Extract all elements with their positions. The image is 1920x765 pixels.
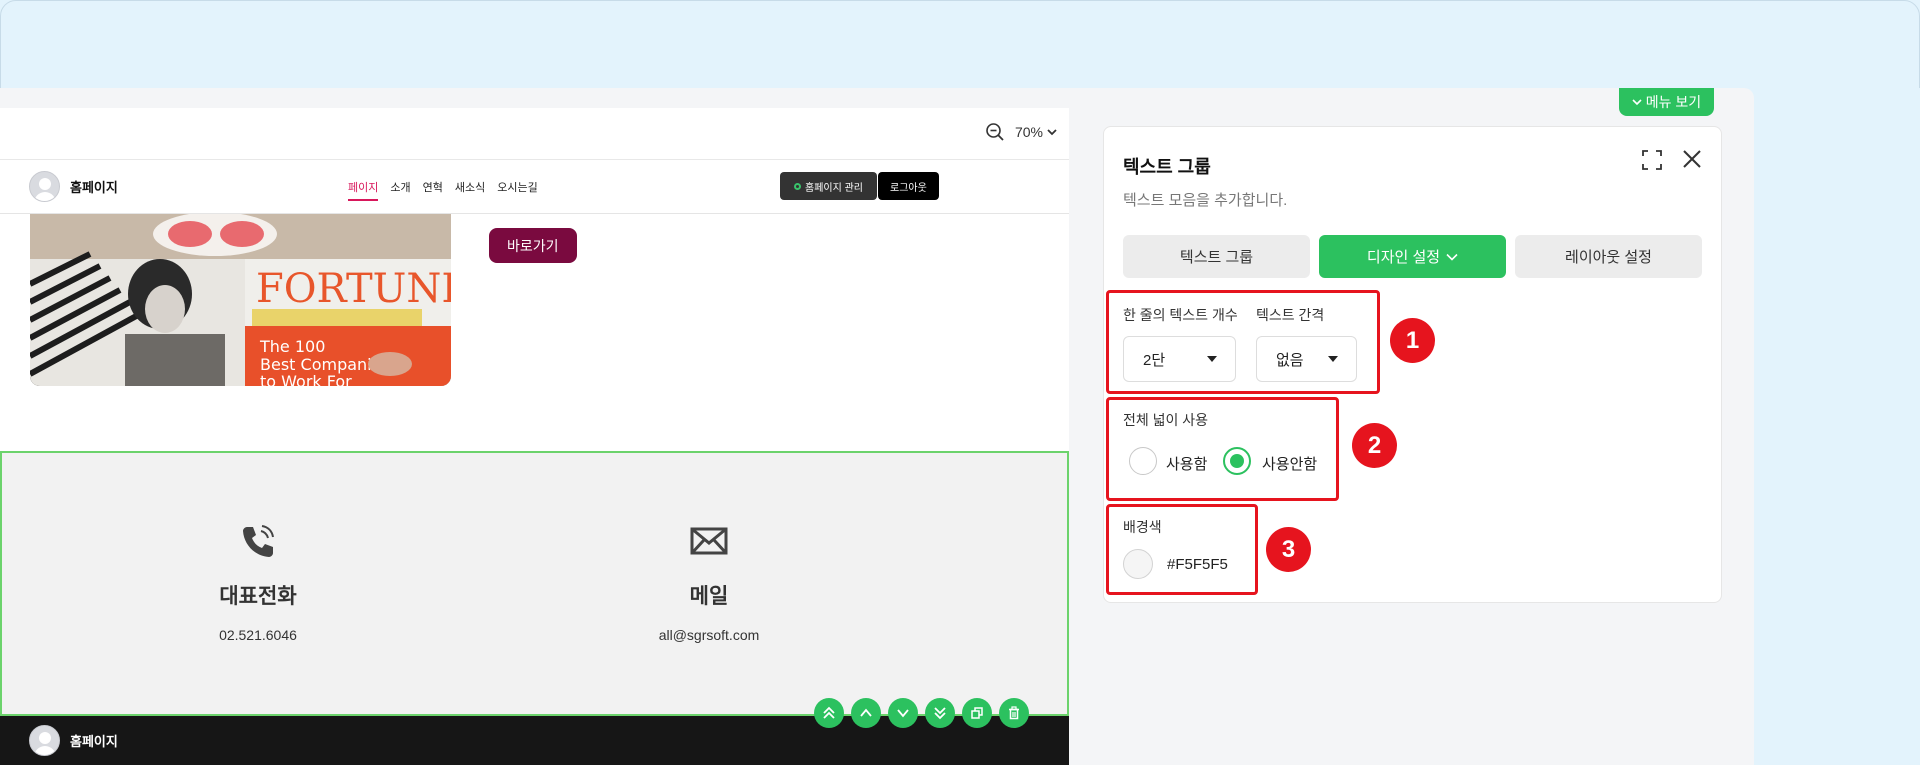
move-down-icon[interactable] [888,698,918,728]
panel-description: 텍스트 모음을 추가합니다. [1123,192,1288,209]
site-header: 홈페이지 페이지 소개 연혁 새소식 오시는길 홈페이지 관리 로그아웃 [0,161,1069,214]
step-badge-1: 1 [1390,318,1435,363]
row-tools [814,698,1029,728]
move-up-icon[interactable] [851,698,881,728]
zoom-value: 70% [1014,124,1043,140]
site-nav: 페이지 소개 연혁 새소식 오시는길 [348,179,538,201]
caret-down-icon [1207,356,1217,362]
chevron-down-icon [1047,129,1057,136]
mail-contact: 메일 all@sgrsoft.com [609,521,809,643]
logout-button[interactable]: 로그아웃 [878,172,939,200]
per-line-select[interactable]: 2단 [1123,336,1236,382]
site-manage-label: 홈페이지 관리 [805,182,863,194]
magazine-line-1: The 100 [259,337,325,356]
preview-toolbar: 70% [0,108,1069,160]
spacing-value: 없음 [1276,351,1304,369]
phone-title: 대표전화 [219,585,297,608]
settings-panel: 텍스트 그룹 텍스트 모음을 추가합니다. 텍스트 그룹 디자인 설정 레이아웃… [1103,126,1722,603]
zoom-select[interactable]: 70% [1015,124,1057,140]
background-strip [1754,88,1920,765]
mail-title: 메일 [689,585,729,608]
spacing-label: 텍스트 간격 [1256,307,1325,323]
footer-avatar [29,725,60,756]
site-logo-text: 홈페이지 [70,180,118,195]
menu-toggle-label: 메뉴 보기 [1645,94,1702,110]
tab-text-group[interactable]: 텍스트 그룹 [1123,235,1310,278]
move-top-icon[interactable] [814,698,844,728]
move-bottom-icon[interactable] [925,698,955,728]
background-color-value[interactable]: #F5F5F5 [1167,556,1228,573]
step-badge-2: 2 [1352,423,1397,468]
copy-icon[interactable] [962,698,992,728]
footer-logo[interactable]: 홈페이지 [29,725,118,756]
magazine-title: FORTUNE [256,266,451,312]
zoom-control[interactable]: 70% [985,122,1057,142]
close-icon[interactable] [1680,147,1704,171]
magazine-line-3: to Work For [260,372,352,386]
panel-title: 텍스트 그룹 [1123,157,1211,177]
background-color-label: 배경색 [1123,519,1162,535]
radio-not-use-label[interactable]: 사용안함 [1262,453,1317,474]
site-manage-button[interactable]: 홈페이지 관리 [780,172,877,200]
phone-icon [243,525,274,557]
hero-photo: FORTUNE The 100 Best Compani to Work For [30,214,451,386]
radio-use-label[interactable]: 사용함 [1166,453,1207,474]
radio-not-use[interactable] [1223,447,1251,475]
chevron-down-icon [1632,99,1642,106]
site-logo[interactable]: 홈페이지 [29,171,118,202]
phone-value: 02.521.6046 [219,627,297,643]
per-line-value: 2단 [1143,351,1166,369]
tab-design-settings-label: 디자인 설정 [1366,249,1441,266]
per-line-label: 한 줄의 텍스트 개수 [1123,307,1238,323]
contact-section[interactable]: 대표전화 02.521.6046 메일 all@sgrsoft.com [0,451,1069,716]
color-swatch[interactable] [1123,549,1153,579]
zoom-out-icon[interactable] [985,122,1005,142]
radio-use[interactable] [1129,447,1157,475]
mail-icon [690,527,728,555]
mail-value: all@sgrsoft.com [658,627,760,643]
nav-item-about[interactable]: 소개 [390,179,410,201]
spacing-select[interactable]: 없음 [1256,336,1357,382]
fullscreen-icon[interactable] [1641,149,1663,171]
avatar [29,171,60,202]
nav-item-news[interactable]: 새소식 [455,179,485,201]
caret-down-icon [1328,356,1338,362]
nav-item-directions[interactable]: 오시는길 [497,179,537,201]
nav-item-page[interactable]: 페이지 [348,179,379,201]
footer-logo-text: 홈페이지 [70,734,118,749]
delete-icon[interactable] [999,698,1029,728]
nav-item-history[interactable]: 연혁 [423,179,443,201]
tab-design-settings[interactable]: 디자인 설정 [1319,235,1506,278]
menu-toggle-button[interactable]: 메뉴 보기 [1619,88,1714,116]
status-dot-icon [794,182,801,190]
go-button[interactable]: 바로가기 [489,228,577,263]
site-preview: 70% 홈페이지 페이지 소개 연혁 새소식 오시는길 홈페이지 관리 로그아웃 [0,108,1069,765]
tab-layout-settings[interactable]: 레이아웃 설정 [1515,235,1702,278]
full-width-label: 전체 넓이 사용 [1123,412,1209,428]
chevron-down-icon [1446,253,1458,261]
magazine-photo-illustration: FORTUNE The 100 Best Compani to Work For [30,214,451,386]
phone-contact: 대표전화 02.521.6046 [158,521,358,643]
step-badge-3: 3 [1266,527,1311,572]
